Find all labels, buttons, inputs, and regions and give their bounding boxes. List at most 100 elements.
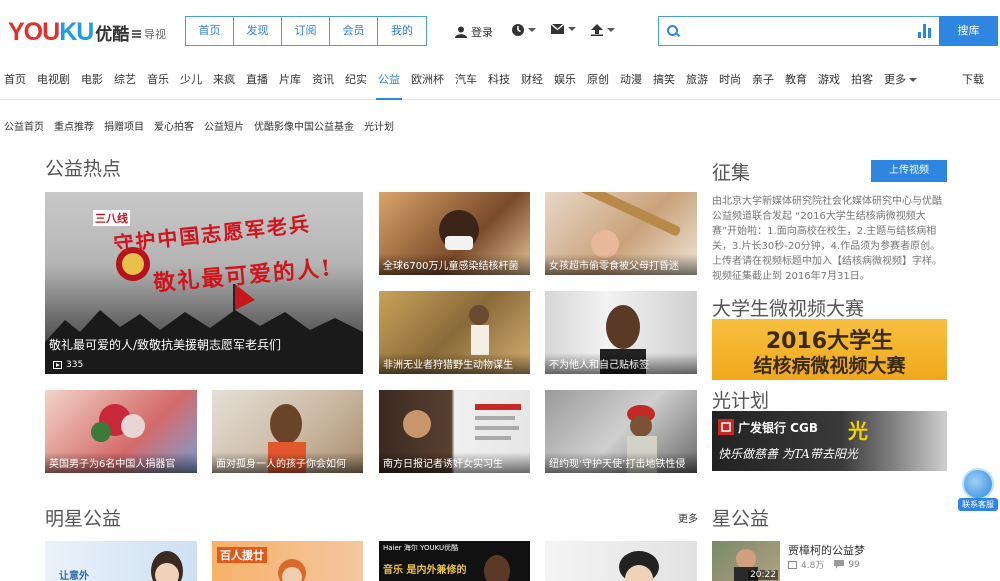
download-link[interactable]: 下载 (962, 60, 984, 100)
video-card[interactable]: 南方日报记者诱奸女实习生 (379, 390, 530, 473)
subnav-item[interactable]: 重点推荐 (54, 118, 94, 133)
contact-service-button[interactable]: 联系客服 (958, 468, 998, 511)
video-card[interactable] (545, 541, 697, 581)
sub-nav: 公益首页 重点推荐 捐赠项目 爱心拍客 公益短片 优酷影像中国公益基金 光计划 (4, 118, 394, 133)
subnav-item[interactable]: 爱心拍客 (154, 118, 194, 133)
search-icon (667, 25, 678, 36)
channel-item[interactable]: 娱乐 (554, 60, 576, 100)
hot-heading: 公益热点 (45, 158, 122, 180)
video-card[interactable]: 不为他人和自己贴标签 (545, 291, 697, 374)
video-card[interactable]: Haier 海尔 YOUKU优酷 音乐 是内外兼修的 (379, 541, 530, 581)
video-card[interactable]: 面对孤身一人的孩子你会如何 (212, 390, 363, 473)
views-value: 4.8万 (801, 561, 825, 571)
subnav-item[interactable]: 捐赠项目 (104, 118, 144, 133)
channel-item[interactable]: 原创 (587, 60, 609, 100)
video-card[interactable]: 英国男子为6名中国人捐器官 (45, 390, 197, 473)
top-nav-tabs: 首页 发现 订阅 会员 我的 (185, 16, 427, 46)
video-title: 全球6700万儿童感染结核杆菌 (379, 254, 530, 275)
channel-item[interactable]: 纪实 (345, 60, 367, 100)
guide-button[interactable]: 导视 (132, 26, 166, 42)
chevron-down-icon (568, 27, 576, 31)
thumbnail (278, 559, 306, 581)
comment-icon (834, 560, 845, 569)
stars-more-link[interactable]: 更多 (678, 510, 698, 525)
menu-icon (132, 30, 141, 38)
search-button[interactable]: 搜库 (939, 16, 998, 46)
subnav-item[interactable]: 公益首页 (4, 118, 44, 133)
view-count-value: 335 (66, 360, 84, 370)
channel-item[interactable]: 欧洲杯 (411, 60, 444, 100)
user-icon (455, 26, 467, 38)
channel-item[interactable]: 拍客 (851, 60, 873, 100)
ranking-icon[interactable] (918, 24, 931, 38)
view-count: 335 (53, 360, 83, 370)
subnav-item[interactable]: 公益短片 (204, 118, 244, 133)
xing-video-stats: 4.8万 99 (788, 558, 860, 571)
channel-item[interactable]: 汽车 (455, 60, 477, 100)
video-title: 女孩超市偷零食被父母打昏迷 (545, 254, 697, 275)
channel-item[interactable]: 来疯 (213, 60, 235, 100)
chevron-down-icon (528, 28, 536, 32)
video-card[interactable]: 全球6700万儿童感染结核杆菌 (379, 192, 530, 275)
channel-item[interactable]: 综艺 (114, 60, 136, 100)
channel-nav: 首页 电视剧 电影 综艺 音乐 少儿 来疯 直播 片库 资讯 纪实 公益 欧洲杯 汽车 科技 财经 娱乐 原创 动漫… (0, 60, 1000, 100)
channel-item[interactable]: 公益 (376, 60, 402, 100)
channel-item[interactable]: 电视剧 (37, 60, 70, 100)
hero-video-card[interactable]: 三八线 守护中国志愿军老兵 敬礼最可爱的人! 敬礼最可爱的人/致敬抗美援朝志愿军… (45, 192, 363, 374)
video-card[interactable]: 非洲无业者狩猎野生动物谋生 (379, 291, 530, 374)
banner-line2: 结核病微视频大赛 (753, 355, 906, 377)
channel-item[interactable]: 财经 (521, 60, 543, 100)
channel-item[interactable]: 搞笑 (653, 60, 675, 100)
tab-home[interactable]: 首页 (186, 17, 234, 45)
login-button[interactable]: 登录 (455, 24, 493, 40)
play-icon (788, 560, 797, 569)
channel-more[interactable]: 更多 (884, 60, 917, 100)
video-card[interactable]: 女孩超市偷零食被父母打昏迷 (545, 192, 697, 275)
light-slogan: 快乐做慈善 为TA带去阳光 (718, 447, 858, 461)
channel-item[interactable]: 首页 (4, 60, 26, 100)
channel-item[interactable]: 亲子 (752, 60, 774, 100)
upload-menu[interactable] (591, 24, 615, 36)
chevron-down-icon (607, 28, 615, 32)
channel-item[interactable]: 电影 (81, 60, 103, 100)
hero-badge: 三八线 (93, 210, 130, 226)
logo-cn: 优酷 (95, 25, 130, 45)
tab-mine[interactable]: 我的 (378, 17, 426, 45)
youku-logo[interactable]: YOUKU 优酷 (8, 18, 129, 47)
xing-video-title[interactable]: 贾樟柯的公益梦 (788, 542, 865, 558)
video-card[interactable]: 纽约现‘守护天使’打击地铁性侵 (545, 390, 697, 473)
channel-item[interactable]: 直播 (246, 60, 268, 100)
history-menu[interactable] (512, 24, 536, 36)
video-card[interactable]: 百人援廿 (212, 541, 363, 581)
video-title: 非洲无业者狩猎野生动物谋生 (379, 353, 530, 374)
bank-name: 广发银行 CGB (738, 421, 818, 435)
contest-banner[interactable]: 2016大学生 结核病微视频大赛 (712, 319, 947, 380)
light-plan-banner[interactable]: 广发银行 CGB 光 快乐做慈善 为TA带去阳光 (712, 411, 947, 471)
duration-badge: 20:22 (748, 570, 778, 580)
channel-item[interactable]: 少儿 (180, 60, 202, 100)
channel-item[interactable]: 游戏 (818, 60, 840, 100)
channel-item[interactable]: 动漫 (620, 60, 642, 100)
channel-item[interactable]: 片库 (279, 60, 301, 100)
thumbnail (484, 555, 510, 581)
channel-item[interactable]: 时尚 (719, 60, 741, 100)
channel-item[interactable]: 教育 (785, 60, 807, 100)
subnav-item[interactable]: 优酷影像中国公益基金 (254, 118, 354, 133)
channel-item[interactable]: 旅游 (686, 60, 708, 100)
logo-ku: KU (59, 18, 94, 46)
xing-heading: 星公益 (712, 508, 770, 530)
channel-item[interactable]: 音乐 (147, 60, 169, 100)
tab-vip[interactable]: 会员 (330, 17, 378, 45)
tab-subscribe[interactable]: 订阅 (282, 17, 330, 45)
message-menu[interactable] (551, 24, 576, 34)
video-card[interactable]: 让意外 (45, 541, 197, 581)
subnav-item[interactable]: 光计划 (364, 118, 394, 133)
channel-item[interactable]: 资讯 (312, 60, 334, 100)
xing-video-thumb[interactable]: 20:22 (712, 541, 780, 581)
upload-video-button[interactable]: 上传视频 (871, 160, 947, 182)
search-bar: 搜库 (658, 16, 998, 46)
contest-heading: 大学生微视频大赛 (712, 298, 865, 320)
search-input[interactable] (659, 17, 939, 45)
tab-discover[interactable]: 发现 (234, 17, 282, 45)
channel-item[interactable]: 科技 (488, 60, 510, 100)
